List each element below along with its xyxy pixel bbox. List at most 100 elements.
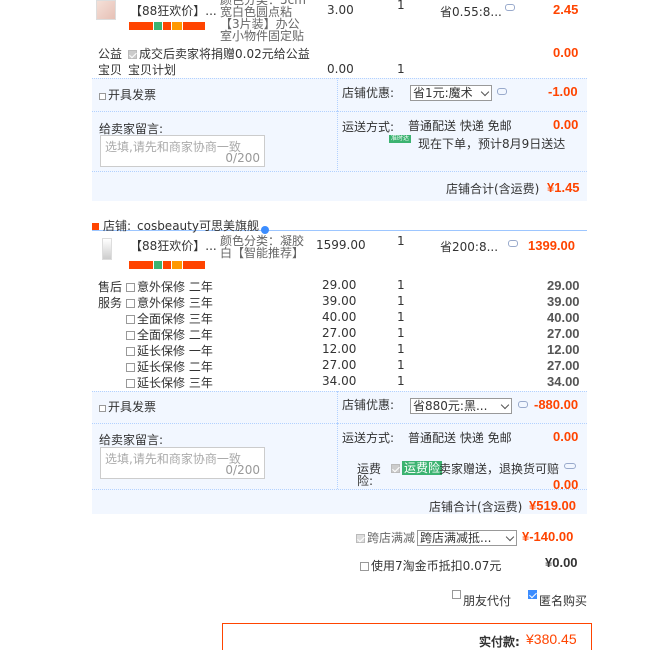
shop-discount-label: 店铺优惠: [342, 398, 395, 412]
service-qty: 1 [397, 294, 405, 308]
shop-total-value: ¥1.45 [547, 180, 580, 195]
charity-qty: 1 [397, 62, 405, 76]
insurance-option[interactable]: 运费险 [391, 459, 443, 476]
shop-name[interactable]: cosbeauty可思美旗舰 [137, 217, 259, 234]
product-thumbnail[interactable] [96, 0, 116, 20]
shop-discount-value: -880.00 [534, 397, 579, 412]
payment-value: ¥380.45 [526, 631, 577, 647]
shop-discount-label: 店铺优惠: [342, 86, 395, 100]
invoice-checkbox[interactable] [99, 405, 106, 412]
service-subtotal: 27.00 [547, 358, 580, 373]
service-label: 售后 [98, 280, 123, 294]
delivery-badge: 准时达 [389, 135, 412, 143]
service-checkbox[interactable] [126, 379, 135, 388]
message-input[interactable]: 选填,请先和商家协商一致 0/200 [100, 135, 265, 167]
wangwang-icon[interactable] [261, 226, 269, 234]
service-checkbox[interactable] [126, 363, 135, 372]
service-price: 12.00 [322, 342, 357, 356]
invoice-option[interactable]: 开具发票 [99, 398, 156, 415]
product-thumbnail[interactable] [102, 238, 112, 260]
chat-icon[interactable] [518, 401, 528, 408]
message-label: 给卖家留言: [99, 433, 164, 447]
item-price: 1599.00 [316, 238, 366, 252]
service-option[interactable]: 全面保修 三年 [126, 310, 213, 327]
friend-pay-option[interactable]: 朋友代付 [452, 590, 511, 609]
service-subtotal: 34.00 [547, 374, 580, 389]
shipping-value: 0.00 [553, 117, 579, 132]
shipping-label: 运送方式: [342, 120, 395, 134]
service-price: 29.00 [322, 278, 357, 292]
service-name: 延长保修 一年 [137, 344, 213, 358]
service-option[interactable]: 延长保修 二年 [126, 358, 213, 375]
payment-label: 实付款: [479, 635, 520, 649]
service-qty: 1 [397, 342, 405, 356]
service-checkbox[interactable] [126, 283, 135, 292]
item-spec: 颜色分类：凝胶 白【智能推荐】 [220, 234, 305, 260]
service-price: 34.00 [322, 374, 357, 388]
service-name: 延长保修 二年 [137, 360, 213, 374]
service-checkbox[interactable] [126, 299, 135, 308]
divider [337, 111, 338, 170]
service-option[interactable]: 意外保修 三年 [126, 294, 213, 311]
cross-shop-select[interactable]: 跨店满减抵... [417, 530, 517, 546]
divider [337, 78, 338, 111]
service-option[interactable]: 全面保修 二年 [126, 326, 213, 343]
taojinbi-checkbox[interactable] [360, 562, 369, 571]
service-option[interactable]: 意外保修 二年 [126, 278, 213, 295]
item-tags [129, 19, 206, 33]
delivery-estimate: 现在下单，预计8月9日送达 [418, 137, 566, 151]
shop-total-value: ¥519.00 [529, 498, 576, 513]
divider [92, 391, 587, 392]
charity-text: 成交后卖家将捐赠0.02元给公益 [128, 45, 310, 62]
item-title[interactable]: 【88狂欢价】... [130, 237, 217, 254]
service-name: 意外保修 三年 [137, 296, 213, 310]
charity-price: 0.00 [327, 62, 354, 76]
service-checkbox[interactable] [126, 331, 135, 340]
item-save: 省0.55:8... [440, 5, 502, 19]
service-name: 意外保修 二年 [137, 280, 213, 294]
chat-icon[interactable] [497, 88, 507, 95]
shop-discount-select[interactable]: 省880元:黑... [410, 398, 512, 414]
charity-label: 公益 [98, 47, 123, 61]
service-qty: 1 [397, 310, 405, 324]
service-subtotal: 12.00 [547, 342, 580, 357]
chat-icon[interactable] [505, 4, 515, 11]
anonymous-option[interactable]: 匿名购买 [528, 590, 587, 609]
insurance-text: 卖家赠送，退换货可赔 [439, 462, 560, 476]
invoice-option[interactable]: 开具发票 [99, 86, 156, 103]
cross-shop-checkbox[interactable] [356, 534, 365, 543]
charity-text-2: 宝贝计划 [128, 63, 177, 77]
service-qty: 1 [397, 326, 405, 340]
cross-shop-option[interactable]: 跨店满减 [356, 529, 415, 546]
item-qty[interactable]: 1 [397, 234, 405, 248]
taojinbi-option[interactable]: 使用7淘金币抵扣0.07元 [360, 557, 501, 574]
service-price: 27.00 [322, 358, 357, 372]
service-subtotal: 27.00 [547, 326, 580, 341]
divider [337, 391, 338, 423]
item-tags [129, 258, 206, 272]
service-checkbox[interactable] [126, 315, 135, 324]
invoice-checkbox[interactable] [99, 93, 106, 100]
service-option[interactable]: 延长保修 三年 [126, 374, 213, 391]
service-option[interactable]: 延长保修 一年 [126, 342, 213, 359]
message-input[interactable]: 选填,请先和商家协商一致 0/200 [100, 447, 265, 479]
divider [92, 423, 587, 424]
service-qty: 1 [397, 358, 405, 372]
charity-subtotal: 0.00 [553, 45, 579, 60]
item-price: 3.00 [327, 3, 354, 17]
service-qty: 1 [397, 278, 405, 292]
service-checkbox[interactable] [126, 347, 135, 356]
shop-icon [92, 223, 99, 230]
anonymous-checkbox[interactable] [528, 590, 537, 599]
insurance-checkbox[interactable] [391, 464, 400, 473]
shop-discount-select[interactable]: 省1元:魔术 [410, 85, 492, 101]
chat-icon[interactable] [508, 240, 518, 247]
service-label-2: 服务 [98, 296, 123, 310]
friend-pay-checkbox[interactable] [452, 590, 461, 599]
link-icon[interactable] [564, 463, 576, 469]
item-title[interactable]: 【88狂欢价】... [130, 2, 217, 19]
item-qty[interactable]: 1 [397, 0, 405, 12]
taojinbi-value: ¥0.00 [545, 555, 578, 570]
item-subtotal: 2.45 [553, 2, 579, 17]
shipping-method: 普通配送 快递 免邮 [408, 431, 512, 445]
